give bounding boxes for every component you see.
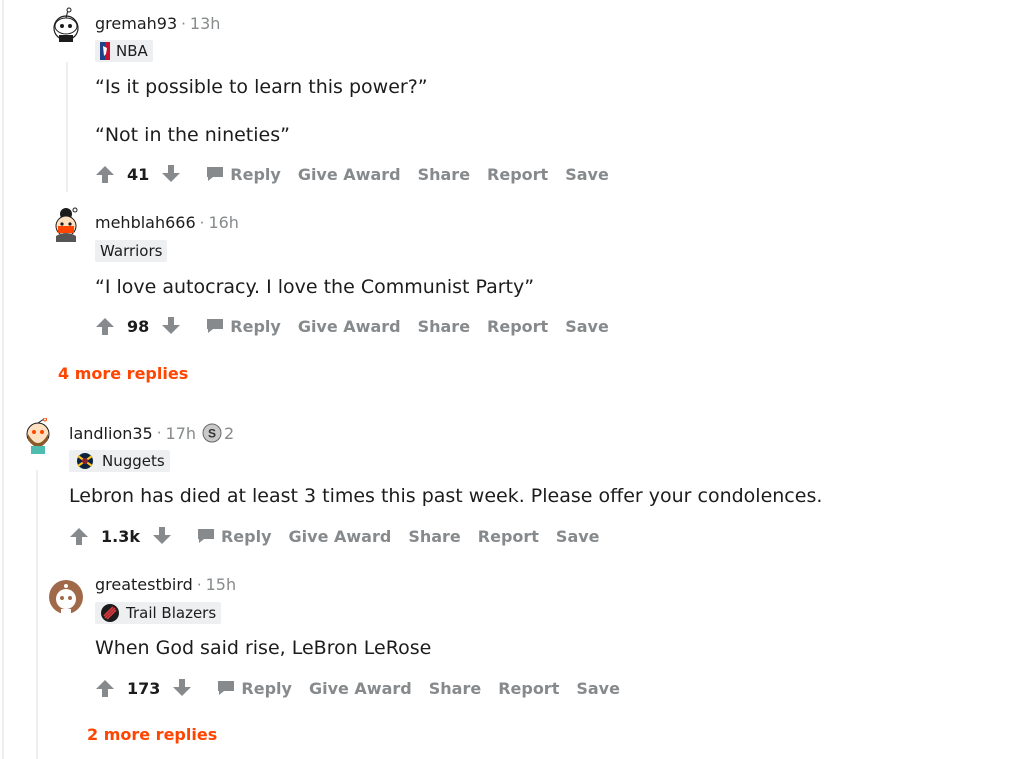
comment-body-paragraph: “Is it possible to learn this power?” bbox=[95, 76, 428, 98]
report-button[interactable]: Report bbox=[487, 165, 548, 184]
flair-label: Nuggets bbox=[102, 452, 165, 470]
flair-label: Trail Blazers bbox=[126, 604, 217, 622]
reply-button[interactable]: Reply bbox=[206, 317, 281, 336]
vote-score: 1.3k bbox=[101, 526, 140, 546]
give-award-button[interactable]: Give Award bbox=[309, 679, 412, 698]
comment-bubble-icon bbox=[207, 167, 224, 181]
downvote-icon[interactable] bbox=[172, 678, 192, 698]
comment-bubble-icon bbox=[207, 319, 224, 333]
award-badge[interactable]: S 2 bbox=[202, 423, 234, 443]
username[interactable]: gremah93 bbox=[95, 14, 177, 33]
comment-body-paragraph: Lebron has died at least 3 times this pa… bbox=[69, 485, 823, 507]
award-count: 2 bbox=[224, 423, 235, 443]
save-button[interactable]: Save bbox=[556, 527, 600, 546]
user-flair: Trail Blazers bbox=[95, 602, 222, 624]
timestamp[interactable]: 16h bbox=[208, 213, 239, 232]
trail-blazers-logo-icon bbox=[101, 604, 119, 622]
separator: · bbox=[199, 213, 205, 232]
user-flair: Nuggets bbox=[69, 450, 170, 472]
reply-label: Reply bbox=[220, 526, 272, 546]
avatar[interactable] bbox=[48, 206, 84, 242]
report-button[interactable]: Report bbox=[498, 679, 559, 698]
silver-award-icon: S bbox=[202, 423, 222, 443]
timestamp[interactable]: 15h bbox=[206, 575, 237, 594]
comment-meta: gremah93 · 13h bbox=[95, 14, 220, 33]
avatar[interactable] bbox=[48, 579, 84, 615]
user-flair: NBA bbox=[95, 40, 153, 62]
comment-bubble-icon bbox=[197, 529, 214, 543]
separator: · bbox=[156, 424, 162, 442]
more-replies-link[interactable]: 4 more replies bbox=[58, 364, 188, 383]
reply-label: Reply bbox=[241, 678, 292, 698]
comment-meta: landlion35 · 17h S 2 bbox=[69, 423, 234, 443]
timestamp[interactable]: 17h bbox=[166, 424, 197, 443]
comment-actions: 173 Reply Give Award Share Report Save bbox=[95, 678, 620, 698]
save-button[interactable]: Save bbox=[565, 165, 609, 184]
svg-text:S: S bbox=[208, 427, 216, 441]
downvote-icon[interactable] bbox=[152, 526, 172, 546]
vote-score: 41 bbox=[127, 164, 150, 184]
username[interactable]: greatestbird bbox=[95, 575, 193, 594]
flair-label: NBA bbox=[116, 42, 148, 60]
give-award-button[interactable]: Give Award bbox=[298, 317, 401, 336]
downvote-icon[interactable] bbox=[161, 164, 181, 184]
comment-bubble-icon bbox=[218, 681, 235, 695]
avatar[interactable] bbox=[48, 6, 84, 42]
separator: · bbox=[196, 575, 202, 594]
user-flair: Warriors bbox=[95, 240, 168, 262]
timestamp[interactable]: 13h bbox=[190, 14, 221, 33]
give-award-button[interactable]: Give Award bbox=[289, 527, 392, 546]
downvote-icon[interactable] bbox=[161, 316, 181, 336]
reply-button[interactable]: Reply bbox=[197, 527, 272, 546]
report-button[interactable]: Report bbox=[478, 527, 539, 546]
comment-body-paragraph: “I love autocracy. I love the Communist … bbox=[95, 276, 535, 298]
comment-body-paragraph: “Not in the nineties” bbox=[95, 124, 290, 146]
username[interactable]: mehblah666 bbox=[95, 213, 196, 232]
comment-body-paragraph: When God said rise, LeBron LeRose bbox=[95, 637, 432, 659]
thread-line[interactable] bbox=[2, 0, 4, 759]
comment-meta: greatestbird · 15h bbox=[95, 575, 236, 594]
comment-actions: 1.3k Reply Give Award Share Report Save bbox=[69, 526, 600, 546]
share-button[interactable]: Share bbox=[429, 679, 481, 698]
comment-actions: 98 Reply Give Award Share Report Save bbox=[95, 316, 609, 336]
reply-label: Reply bbox=[230, 316, 281, 336]
vote-score: 98 bbox=[127, 316, 150, 336]
nba-logo-icon bbox=[100, 42, 110, 60]
share-button[interactable]: Share bbox=[418, 165, 470, 184]
reply-button[interactable]: Reply bbox=[206, 165, 281, 184]
upvote-icon[interactable] bbox=[95, 316, 115, 336]
separator: · bbox=[181, 14, 186, 33]
reply-button[interactable]: Reply bbox=[217, 679, 292, 698]
thread-line[interactable] bbox=[36, 470, 38, 759]
give-award-button[interactable]: Give Award bbox=[298, 165, 401, 184]
comment-meta: mehblah666 · 16h bbox=[95, 213, 239, 232]
comment-actions: 41 Reply Give Award Share Report Save bbox=[95, 164, 609, 184]
thread-line[interactable] bbox=[66, 62, 68, 192]
vote-score: 173 bbox=[127, 678, 161, 698]
upvote-icon[interactable] bbox=[95, 678, 115, 698]
flair-label: Warriors bbox=[100, 242, 163, 260]
upvote-icon[interactable] bbox=[95, 164, 115, 184]
upvote-icon[interactable] bbox=[69, 526, 89, 546]
share-button[interactable]: Share bbox=[418, 317, 470, 336]
report-button[interactable]: Report bbox=[487, 317, 548, 336]
username[interactable]: landlion35 bbox=[69, 424, 153, 443]
save-button[interactable]: Save bbox=[565, 317, 609, 336]
avatar[interactable] bbox=[20, 418, 56, 454]
save-button[interactable]: Save bbox=[576, 679, 620, 698]
share-button[interactable]: Share bbox=[408, 527, 460, 546]
more-replies-link[interactable]: 2 more replies bbox=[87, 725, 217, 744]
reply-label: Reply bbox=[230, 164, 281, 184]
nuggets-logo-icon bbox=[77, 453, 93, 469]
